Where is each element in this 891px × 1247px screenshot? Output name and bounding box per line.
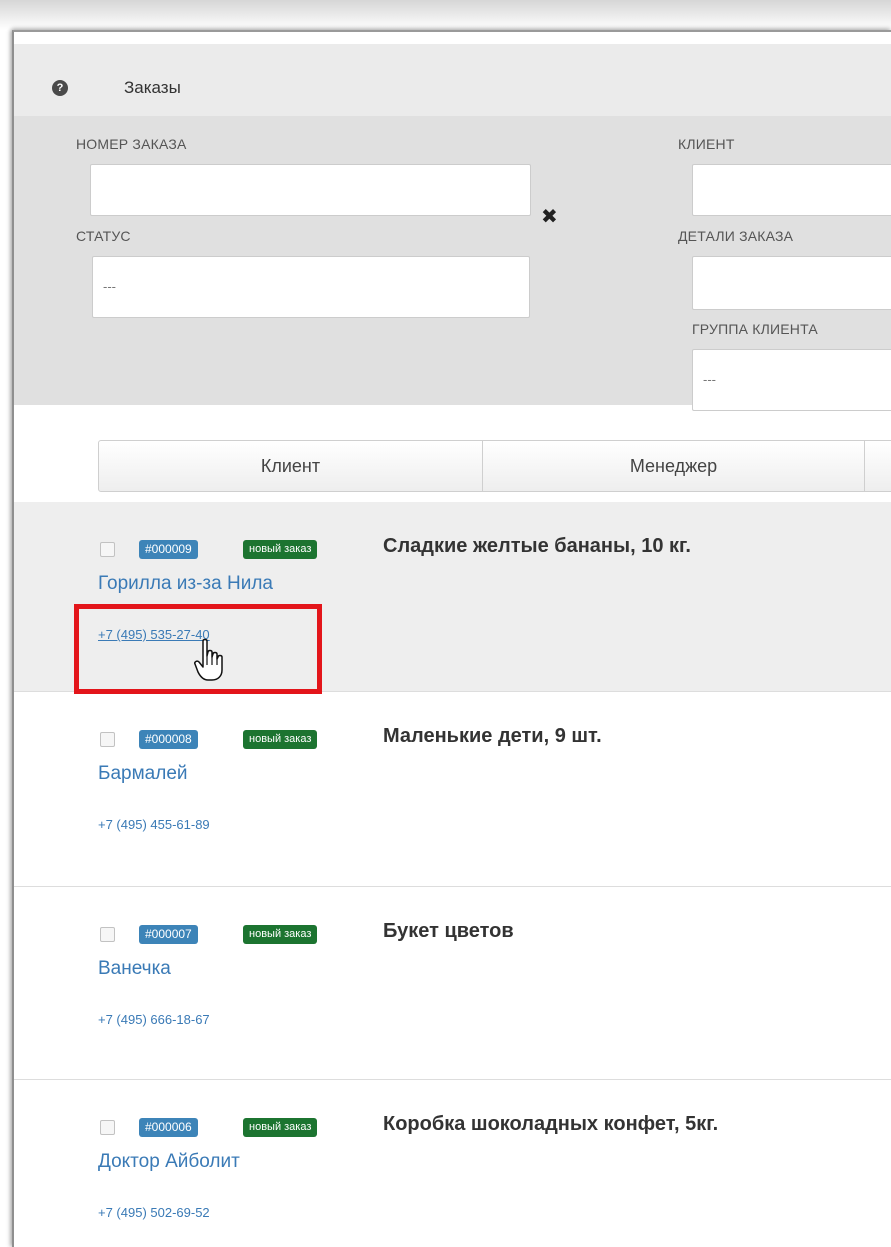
order-checkbox[interactable] — [100, 1120, 115, 1135]
order-number-badge: #000006 — [139, 1118, 198, 1137]
order-number-badge: #000008 — [139, 730, 198, 749]
status-select[interactable]: --- — [92, 256, 530, 318]
order-number-badge: #000007 — [139, 925, 198, 944]
clear-icon[interactable]: ✖ — [541, 204, 558, 229]
client-link[interactable]: Доктор Айболит — [98, 1151, 240, 1173]
order-title: Маленькие дети, 9 шт. — [383, 725, 602, 747]
help-icon[interactable]: ? — [52, 80, 68, 96]
tab-client[interactable]: Клиент — [99, 441, 483, 491]
client-input[interactable] — [692, 164, 891, 216]
page-title: Заказы — [124, 78, 181, 97]
phone-link[interactable]: +7 (495) 455-61-89 — [98, 817, 210, 832]
tab-manager[interactable]: Менеджер — [483, 441, 865, 491]
order-number-label: НОМЕР ЗАКАЗА — [76, 136, 187, 152]
order-checkbox[interactable] — [100, 927, 115, 942]
order-title: Букет цветов — [383, 920, 514, 942]
order-title: Сладкие желтые бананы, 10 кг. — [383, 535, 691, 557]
phone-link[interactable]: +7 (495) 502-69-52 — [98, 1205, 210, 1220]
order-title: Коробка шоколадных конфет, 5кг. — [383, 1113, 719, 1135]
order-row[interactable]: #000008 новый заказ Маленькие дети, 9 шт… — [14, 692, 891, 887]
client-link[interactable]: Горилла из-за Нила — [98, 573, 273, 595]
client-link[interactable]: Ванечка — [98, 958, 171, 980]
order-row[interactable]: #000007 новый заказ Букет цветов Ванечка… — [14, 887, 891, 1080]
client-link[interactable]: Бармалей — [98, 763, 188, 785]
window-frame: ? Заказы НОМЕР ЗАКАЗА ✖ КЛИЕНТ СТАТУС --… — [0, 0, 891, 1247]
status-badge: новый заказ — [243, 730, 318, 749]
order-details-label: ДЕТАЛИ ЗАКАЗА — [678, 228, 794, 244]
status-label: СТАТУС — [76, 228, 131, 244]
page-header: ? Заказы — [14, 44, 891, 116]
order-row[interactable]: #000006 новый заказ Коробка шоколадных к… — [14, 1080, 891, 1247]
client-group-select[interactable]: --- — [692, 349, 891, 411]
client-label: КЛИЕНТ — [678, 136, 735, 152]
order-number-input[interactable] — [90, 164, 531, 216]
status-badge: новый заказ — [243, 540, 318, 559]
filters-panel: НОМЕР ЗАКАЗА ✖ КЛИЕНТ СТАТУС --- ДЕТАЛИ … — [14, 116, 891, 411]
client-group-label: ГРУППА КЛИЕНТА — [692, 321, 818, 337]
orders-panel: ? Заказы НОМЕР ЗАКАЗА ✖ КЛИЕНТ СТАТУС --… — [12, 30, 891, 1247]
order-checkbox[interactable] — [100, 542, 115, 557]
status-badge: новый заказ — [243, 1118, 318, 1137]
order-checkbox[interactable] — [100, 732, 115, 747]
phone-link[interactable]: +7 (495) 666-18-67 — [98, 1012, 210, 1027]
sort-tabs: Клиент Менеджер — [98, 440, 891, 492]
order-details-input[interactable] — [692, 256, 891, 310]
order-number-badge: #000009 — [139, 540, 198, 559]
hand-cursor-icon — [194, 638, 223, 681]
status-badge: новый заказ — [243, 925, 318, 944]
